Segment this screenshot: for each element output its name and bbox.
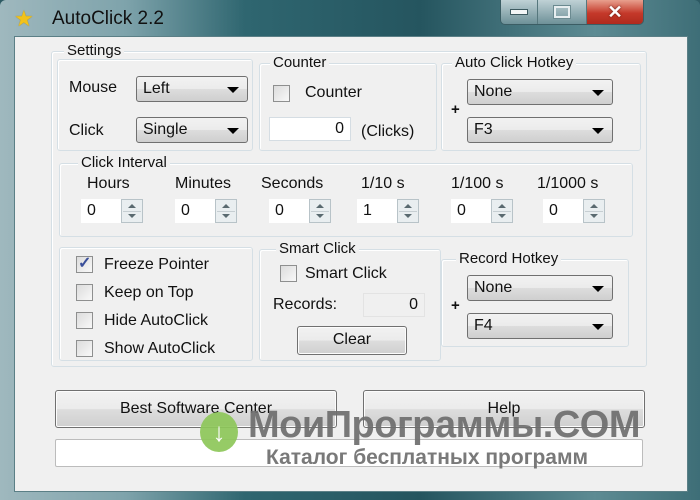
smart-click-checkbox[interactable] (280, 265, 297, 282)
mouse-label: Mouse (69, 79, 118, 96)
spin-up-icon[interactable] (585, 201, 603, 211)
seconds-spinner[interactable]: 0 (269, 199, 331, 223)
click-type-value: Single (143, 121, 188, 138)
spin-up-icon[interactable] (217, 201, 235, 211)
spin-down-icon[interactable] (399, 211, 417, 222)
counter-group-label: Counter (270, 54, 330, 71)
hide-autoclick-label: Hide AutoClick (104, 312, 209, 329)
auto-click-key-select[interactable]: F3 (467, 117, 613, 143)
spin-up-icon[interactable] (123, 201, 141, 211)
chevron-down-icon (592, 90, 604, 96)
counter-unit-label: (Clicks) (361, 123, 415, 140)
freeze-pointer-checkbox[interactable]: ✓ (76, 255, 93, 273)
hundredths-value: 0 (457, 202, 466, 219)
auto-click-modifier-select[interactable]: None (467, 79, 613, 105)
smart-click-checkbox-label: Smart Click (305, 265, 387, 282)
hundredths-updown (491, 199, 513, 223)
records-value: 0 (409, 296, 418, 313)
mouse-button-value: Left (143, 80, 170, 97)
record-modifier-value: None (474, 279, 513, 296)
seconds-label: Seconds (261, 175, 324, 192)
hundredths-label: 1/100 s (451, 175, 504, 192)
records-label: Records: (273, 296, 338, 313)
hours-updown (121, 199, 143, 223)
thousandths-value: 0 (549, 202, 558, 219)
checkmark-icon: ✓ (78, 255, 92, 272)
title-bar[interactable]: ★ AutoClick 2.2 ✕ (0, 0, 700, 36)
plus-sign: + (451, 101, 460, 118)
spin-down-icon[interactable] (217, 211, 235, 222)
keep-on-top-label: Keep on Top (104, 284, 194, 301)
seconds-updown (309, 199, 331, 223)
chevron-down-icon (592, 128, 604, 134)
auto-click-key-value: F3 (474, 121, 493, 138)
plus-sign: + (451, 297, 460, 314)
counter-input[interactable]: 0 (269, 117, 351, 141)
thousandths-label: 1/1000 s (537, 175, 599, 192)
watermark-title: МоиПрограммы.COM (248, 404, 641, 446)
tenths-spinner[interactable]: 1 (357, 199, 419, 223)
tenths-updown (397, 199, 419, 223)
seconds-value: 0 (275, 202, 284, 219)
hours-label: Hours (87, 175, 130, 192)
hide-autoclick-checkbox[interactable] (76, 312, 93, 329)
tenths-value: 1 (363, 202, 372, 219)
maximize-button[interactable] (538, 0, 587, 24)
thousandths-updown (583, 199, 605, 223)
show-autoclick-label: Show AutoClick (104, 340, 216, 357)
minutes-updown (215, 199, 237, 223)
hours-value: 0 (87, 202, 96, 219)
smart-click-group-label: Smart Click (276, 240, 359, 257)
click-interval-label: Click Interval (78, 154, 170, 171)
counter-checkbox-label: Counter (305, 84, 362, 101)
keep-on-top-checkbox[interactable] (76, 284, 93, 301)
mouse-button-select[interactable]: Left (136, 76, 248, 102)
record-hotkey-label: Record Hotkey (456, 250, 562, 267)
records-count: 0 (363, 293, 425, 317)
auto-click-hotkey-label: Auto Click Hotkey (452, 54, 577, 71)
chevron-down-icon (592, 286, 604, 292)
clear-button[interactable]: Clear (297, 326, 407, 355)
caption-buttons: ✕ (500, 0, 644, 25)
spin-up-icon[interactable] (399, 201, 417, 211)
minimize-button[interactable] (501, 0, 538, 24)
minimize-icon (510, 9, 528, 15)
freeze-pointer-label: Freeze Pointer (104, 256, 209, 273)
hundredths-spinner[interactable]: 0 (451, 199, 513, 223)
download-arrow-icon: ↓ (200, 412, 238, 452)
record-modifier-select[interactable]: None (467, 275, 613, 301)
counter-value: 0 (335, 120, 344, 137)
close-icon: ✕ (607, 1, 623, 22)
spin-up-icon[interactable] (493, 201, 511, 211)
click-label: Click (69, 122, 104, 139)
watermark-subtitle: Каталог бесплатных программ (266, 446, 589, 469)
record-key-select[interactable]: F4 (467, 313, 613, 339)
spin-down-icon[interactable] (311, 211, 329, 222)
window-title: AutoClick 2.2 (52, 8, 164, 29)
chevron-down-icon (227, 87, 239, 93)
chevron-down-icon (227, 128, 239, 134)
show-autoclick-checkbox[interactable] (76, 340, 93, 357)
spin-down-icon[interactable] (585, 211, 603, 222)
chevron-down-icon (592, 324, 604, 330)
spin-down-icon[interactable] (123, 211, 141, 222)
minutes-spinner[interactable]: 0 (175, 199, 237, 223)
spin-up-icon[interactable] (311, 201, 329, 211)
star-icon: ★ (14, 6, 34, 31)
window-frame: ★ AutoClick 2.2 ✕ Settings Mouse Left Cl… (0, 0, 700, 500)
record-key-value: F4 (474, 317, 493, 334)
click-type-select[interactable]: Single (136, 117, 248, 143)
minutes-label: Minutes (175, 175, 232, 192)
minutes-value: 0 (181, 202, 190, 219)
auto-click-modifier-value: None (474, 83, 513, 100)
spin-down-icon[interactable] (493, 211, 511, 222)
settings-group-label: Settings (64, 42, 125, 59)
tenths-label: 1/10 s (361, 175, 405, 192)
close-button[interactable]: ✕ (587, 0, 643, 24)
thousandths-spinner[interactable]: 0 (543, 199, 605, 223)
hours-spinner[interactable]: 0 (81, 199, 143, 223)
counter-checkbox[interactable] (273, 85, 290, 102)
maximize-icon (553, 5, 571, 19)
